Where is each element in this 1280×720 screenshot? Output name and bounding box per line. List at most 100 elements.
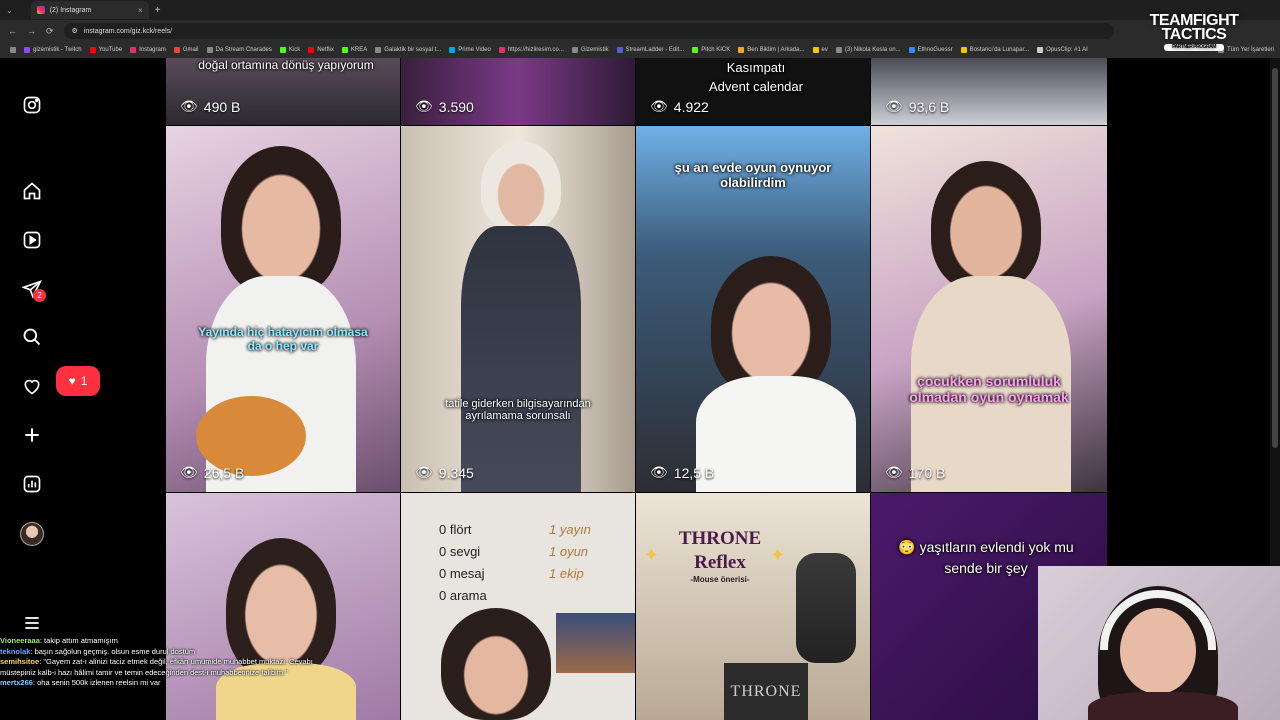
eye-icon: 👁 (415, 98, 433, 114)
profile-avatar[interactable] (20, 522, 44, 546)
new-tab-button[interactable]: + (155, 5, 161, 16)
sparkle-icon: ✦ (770, 545, 786, 565)
site-info-icon[interactable]: ⚙ (72, 27, 78, 35)
reels-icon[interactable] (21, 229, 43, 251)
home-icon[interactable] (21, 180, 43, 202)
reel-thumbnail-person (696, 376, 856, 492)
chat-message: teknolak: başın sağolun geçmiş. olsun es… (0, 646, 196, 656)
browser-tab-bar: ⌄ (2) Instagram × + (0, 0, 1280, 20)
eye-icon: 👁 (650, 464, 668, 480)
chat-username: semihsitoe (0, 657, 40, 666)
back-icon[interactable]: ← (8, 26, 17, 36)
close-tab-icon[interactable]: × (138, 6, 143, 15)
reel-caption: tatile giderken bilgisayarından ayrılama… (445, 398, 591, 422)
bookmark-item[interactable]: Gizemistik (571, 47, 609, 53)
messages-badge: 2 (33, 289, 46, 302)
tab-list-chevron-icon[interactable]: ⌄ (6, 6, 13, 15)
scrollbar-thumb[interactable] (1272, 68, 1278, 448)
reel-text-left: 0 flört 0 sevgi 0 mesaj 0 arama (439, 522, 487, 603)
reel-views: 👁 93,6 B (885, 98, 950, 115)
reel-views: 👁 490 B (180, 98, 241, 115)
notification-popup[interactable]: ♥ 1 (56, 366, 100, 396)
sparkle-icon: ✦ (644, 545, 660, 565)
bookmark-item[interactable]: StreamLadder - Edit... (616, 47, 684, 53)
tab-instagram[interactable]: (2) Instagram × (30, 1, 149, 19)
address-bar[interactable]: ⚙ instagram.com/giz.kck/reels/ (63, 23, 1114, 39)
bookmark-item[interactable]: Bostancı'da Lunapar... (960, 47, 1029, 53)
reel-views: 👁 9.345 (415, 464, 474, 481)
reels-grid: doğal ortamına dönüş yapıyorum 👁 490 B 👁 3… (166, 58, 1107, 720)
bookmark-item[interactable]: OpusClip: #1 AI (1037, 47, 1088, 53)
reel-tile[interactable]: Kasımpatı Advent calendar 👁 4.922 (636, 58, 870, 125)
eye-icon: 👁 (885, 464, 903, 480)
create-plus-icon[interactable] (21, 424, 43, 446)
webcam-person-shirt (1088, 692, 1238, 720)
bookmark-item[interactable]: Ben Bildim | Arkada... (738, 47, 805, 53)
apps-icon[interactable] (10, 47, 16, 53)
more-menu-icon[interactable] (21, 612, 43, 634)
reel-caption: Yayında hiç hatayıcım olmasa da o hep va… (198, 325, 368, 353)
search-icon[interactable] (21, 326, 43, 348)
mic-arm (796, 553, 856, 663)
bookmark-item[interactable]: https://hizliresim.co... (498, 47, 564, 53)
reel-caption: Kasımpatı Advent calendar (709, 60, 803, 94)
bookmark-item[interactable]: YouTube (89, 47, 122, 53)
reel-tile[interactable]: 👁 93,6 B (871, 58, 1107, 125)
reel-views: 👁 3.590 (415, 98, 474, 115)
heart-icon: ♥ (68, 374, 76, 388)
reel-thumbnail-person (931, 161, 1041, 291)
instagram-sidebar: 2 ♥ 1 (0, 58, 100, 720)
eye-icon: 👁 (650, 98, 668, 114)
bookmark-item[interactable]: Kick (279, 47, 300, 53)
browser-toolbar: ← → ⟳ ⚙ instagram.com/giz.kck/reels/ (0, 20, 1280, 42)
chat-username: teknolak (0, 646, 31, 656)
bookmark-item[interactable]: Netflix (308, 47, 334, 53)
bookmark-item[interactable]: Prime Video (449, 47, 491, 53)
reel-text-right: 1 yayın 1 oyun 1 ekip (549, 522, 591, 581)
reel-thumbnail-person (221, 146, 341, 296)
stream-chat-overlay: Vioneeraaa: takip attım atmamışım teknol… (0, 636, 330, 689)
bookmark-item[interactable]: Pitch KICK (692, 47, 730, 53)
reel-tile[interactable]: çocukken sorumluluk olmadan oyun oynamak… (871, 126, 1107, 492)
bookmarks-bar: gizemistik - Twitch YouTube Instagram Gm… (0, 42, 1280, 58)
eye-icon: 👁 (885, 98, 903, 114)
bookmark-item[interactable]: Galaktik bir sosyal t... (375, 47, 441, 53)
instagram-favicon-icon (36, 6, 45, 14)
reel-views: 👁 26,5 B (180, 464, 245, 481)
chat-username: mertx266 (0, 678, 33, 687)
chat-message: semihsitoe: "Gayem zat-ı alinizi taciz e… (0, 657, 313, 677)
reel-tile[interactable]: doğal ortamına dönüş yapıyorum 👁 490 B (166, 58, 400, 125)
bookmark-item[interactable]: Instagram (130, 47, 166, 53)
reel-caption: şu an evde oyun oynuyor olabilirdim (674, 160, 832, 190)
reel-tile[interactable]: şu an evde oyun oynuyor olabilirdim 👁 12,… (636, 126, 870, 492)
bookmark-item[interactable]: gizemistik - Twitch (24, 47, 82, 53)
notifications-heart-icon[interactable] (21, 375, 43, 397)
forward-icon[interactable]: → (27, 26, 36, 36)
reel-tile[interactable]: Yayında hiç hatayıcım olmasa da o hep va… (166, 126, 400, 492)
eye-icon: 👁 (180, 98, 198, 114)
bookmark-item[interactable]: Da Stream Charades (206, 47, 272, 53)
headphones-icon (1100, 590, 1216, 650)
instagram-logo-icon[interactable] (21, 94, 43, 116)
bookmark-item[interactable]: Gmail (173, 47, 199, 53)
chat-username: Vioneeraaa (0, 636, 40, 645)
bookmark-item[interactable]: ev (812, 47, 828, 53)
url-text: instagram.com/giz.kck/reels/ (83, 27, 173, 35)
reload-icon[interactable]: ⟳ (46, 26, 54, 37)
reel-views: 👁 12,5 B (650, 464, 715, 481)
reel-thumbnail-person (461, 226, 581, 492)
reel-tile[interactable]: 👁 3.590 (401, 58, 635, 125)
dashboard-icon[interactable] (21, 473, 43, 495)
reel-tile[interactable]: THRONE Reflex -Mouse önerisi- ✦ ✦ THRONE (636, 493, 870, 720)
reel-tile[interactable]: 0 flört 0 sevgi 0 mesaj 0 arama 1 yayın … (401, 493, 635, 720)
bookmark-item[interactable]: KREA (341, 47, 367, 53)
streamer-webcam (1038, 566, 1280, 720)
reel-thumbnail-monitor (556, 613, 635, 673)
eye-icon: 👁 (415, 464, 433, 480)
chat-message: mertx266: oha senin 500k izlenen reelsin… (0, 678, 161, 687)
bookmark-item[interactable]: EthnoGuessr (908, 47, 953, 53)
bookmark-item[interactable]: (3) Nikola Kesla on... (835, 47, 901, 53)
reel-views: 👁 170 B (885, 464, 946, 481)
reel-tile[interactable]: tatile giderken bilgisayarından ayrılama… (401, 126, 635, 492)
reel-thumbnail-person (481, 141, 561, 231)
